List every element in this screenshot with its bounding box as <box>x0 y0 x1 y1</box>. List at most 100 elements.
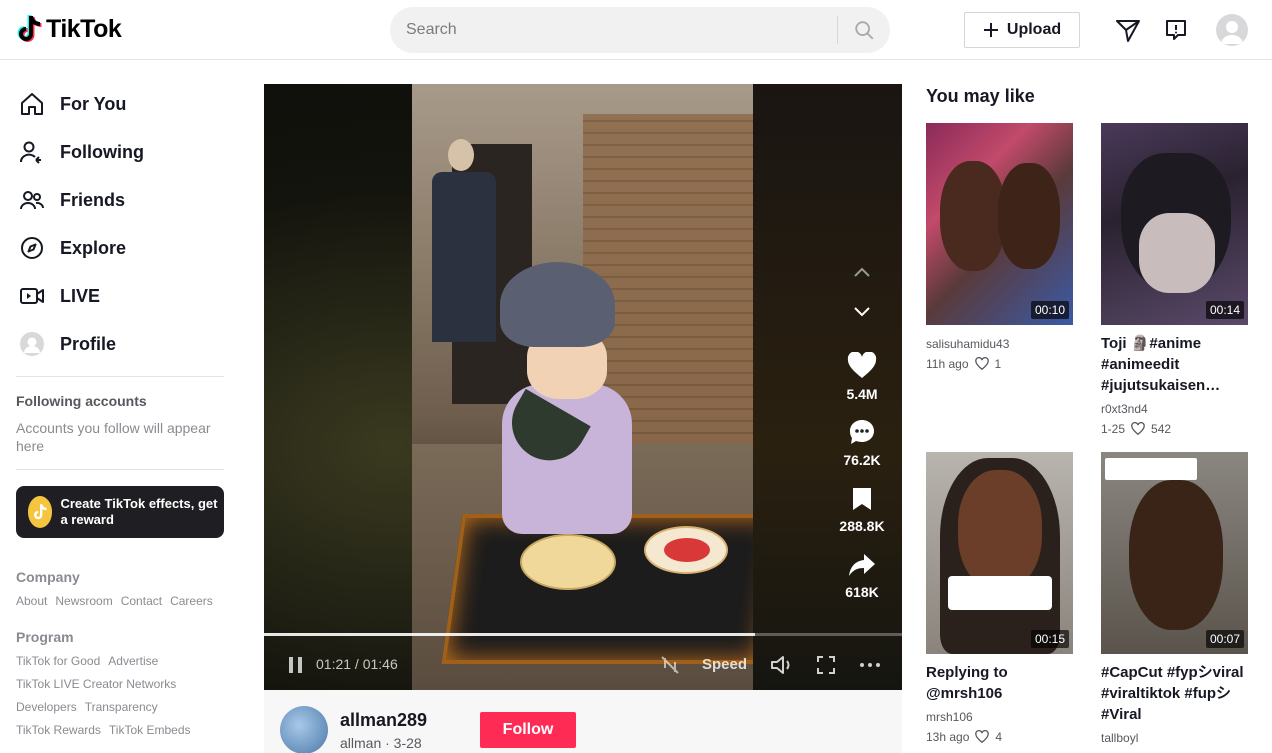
card-title[interactable]: Replying to @mrsh106 <box>926 662 1073 704</box>
nav-for-you[interactable]: For You <box>16 84 224 124</box>
create-effects-banner[interactable]: Create TikTok effects, get a reward <box>16 486 224 538</box>
footer-program-links: TikTok for Good Advertise <box>16 654 158 668</box>
heart-outline-icon <box>974 357 989 371</box>
search-divider <box>837 16 838 44</box>
card-title[interactable]: Toji 🗿#anime #animeedit #jujutsukaisen… <box>1101 333 1248 396</box>
playback-time: 01:21 / 01:46 <box>316 656 398 672</box>
video-controls: 01:21 / 01:46 Speed <box>264 640 902 690</box>
video-duration: 00:14 <box>1205 301 1244 319</box>
following-icon <box>16 136 48 168</box>
share-action[interactable]: 618K <box>826 552 898 600</box>
emoji-sticker <box>1105 458 1197 480</box>
author-username[interactable]: allman289 <box>340 710 427 731</box>
autoscroll-off-icon <box>661 656 679 674</box>
tiktok-note-icon <box>17 15 42 42</box>
card-meta: 11h ago 1 <box>926 357 1073 371</box>
reply-comment-sticker <box>948 576 1052 610</box>
card-time: 13h ago <box>926 730 970 744</box>
default-avatar-icon <box>1221 21 1243 44</box>
video-thumbnail[interactable]: 00:15 <box>926 452 1073 654</box>
recommendation-card[interactable]: 00:15 Replying to @mrsh106 mrsh106 13h a… <box>926 452 1073 744</box>
card-likes: 1 <box>994 357 1002 371</box>
inbox-button[interactable] <box>1161 15 1191 45</box>
comment-count: 76.2K <box>843 452 881 468</box>
footer-link[interactable]: Contact <box>121 594 162 608</box>
video-thumbnail[interactable]: 00:07 <box>1101 452 1248 654</box>
nav-label: Profile <box>60 333 117 354</box>
recommendation-card[interactable]: 00:10 salisuhamidu43 11h ago 1 <box>926 123 1073 371</box>
like-action[interactable]: 5.4M <box>826 352 898 402</box>
messages-button[interactable] <box>1113 15 1143 45</box>
comment-action[interactable]: 76.2K <box>826 418 898 468</box>
video-duration: 00:15 <box>1030 630 1069 648</box>
footer-company-links: About Newsroom Contact Careers <box>16 594 213 608</box>
flatbread <box>520 534 616 590</box>
more-horizontal-icon <box>860 663 880 667</box>
compass-icon <box>16 232 48 264</box>
video-thumbnail[interactable]: 00:14 <box>1101 123 1248 325</box>
pause-button[interactable] <box>282 651 310 679</box>
nav-label: For You <box>60 93 127 114</box>
more-options-button[interactable] <box>856 651 884 679</box>
footer-link[interactable]: Advertise <box>108 654 158 668</box>
follow-button[interactable]: Follow <box>480 712 576 748</box>
live-icon <box>16 280 48 312</box>
person-face <box>1129 480 1223 630</box>
search-button[interactable] <box>842 7 886 53</box>
footer-company-title[interactable]: Company <box>16 569 80 585</box>
top-header: TikTok Upload <box>0 0 1272 60</box>
video-thumbnail[interactable]: 00:10 <box>926 123 1073 325</box>
you-may-like-title: You may like <box>926 86 1035 106</box>
upload-button[interactable]: Upload <box>964 12 1080 48</box>
fullscreen-icon <box>817 656 835 674</box>
following-accounts-empty: Accounts you follow will appear here <box>16 420 211 454</box>
card-title[interactable]: #CapCut #fypシviral #viraltiktok #fupシ #V… <box>1101 662 1248 725</box>
previous-video-button[interactable] <box>846 256 878 288</box>
paper-plane-icon <box>1116 20 1140 42</box>
user-avatar[interactable] <box>1216 14 1248 46</box>
nav-label: LIVE <box>60 285 101 306</box>
footer-link[interactable]: Transparency <box>85 700 158 714</box>
recommendation-card[interactable]: 00:14 Toji 🗿#anime #animeedit #jujutsuka… <box>1101 123 1248 436</box>
card-username[interactable]: r0xt3nd4 <box>1101 402 1248 416</box>
footer-link[interactable]: TikTok Rewards <box>16 723 101 737</box>
card-username[interactable]: tallboyl <box>1101 731 1248 745</box>
video-frame <box>412 84 753 690</box>
logo-text: TikTok <box>46 14 122 43</box>
speed-button[interactable]: Speed <box>702 656 747 673</box>
footer-link[interactable]: TikTok for Good <box>16 654 100 668</box>
nav-friends[interactable]: Friends <box>16 180 224 220</box>
footer-program-title[interactable]: Program <box>16 629 74 645</box>
footer-link[interactable]: TikTok LIVE Creator Networks <box>16 677 176 691</box>
nav-live[interactable]: LIVE <box>16 276 224 316</box>
save-action[interactable]: 288.8K <box>826 486 898 534</box>
footer-link[interactable]: TikTok Embeds <box>109 723 191 737</box>
footer-link[interactable]: Developers <box>16 700 77 714</box>
tiktok-logo[interactable]: TikTok <box>16 14 122 44</box>
footer-link[interactable]: Newsroom <box>55 594 112 608</box>
profile-avatar <box>16 328 48 360</box>
card-username[interactable]: mrsh106 <box>926 710 1073 724</box>
footer-link[interactable]: About <box>16 594 47 608</box>
nav-explore[interactable]: Explore <box>16 228 224 268</box>
card-time: 1-25 <box>1101 422 1126 436</box>
nav-profile[interactable]: Profile <box>16 324 224 364</box>
card-likes: 542 <box>1151 422 1172 436</box>
inbox-icon <box>1166 20 1186 40</box>
search-input[interactable] <box>406 7 826 53</box>
recommendation-card[interactable]: 00:07 #CapCut #fypシviral #viraltiktok #f… <box>1101 452 1248 745</box>
video-progress-fill <box>264 633 756 636</box>
nav-following[interactable]: Following <box>16 132 224 172</box>
video-progress-bar[interactable] <box>264 633 902 636</box>
footer-link[interactable]: Careers <box>170 594 213 608</box>
fullscreen-button[interactable] <box>812 651 840 679</box>
volume-button[interactable] <box>768 651 796 679</box>
card-username[interactable]: salisuhamidu43 <box>926 337 1073 351</box>
footer-program-links: TikTok Rewards TikTok Embeds <box>16 723 191 737</box>
autoscroll-toggle[interactable] <box>656 651 684 679</box>
author-avatar[interactable] <box>280 706 328 753</box>
video-player[interactable] <box>264 84 902 690</box>
next-video-button[interactable] <box>846 296 878 328</box>
heart-outline-icon <box>975 730 990 744</box>
card-time: 11h ago <box>926 357 969 371</box>
